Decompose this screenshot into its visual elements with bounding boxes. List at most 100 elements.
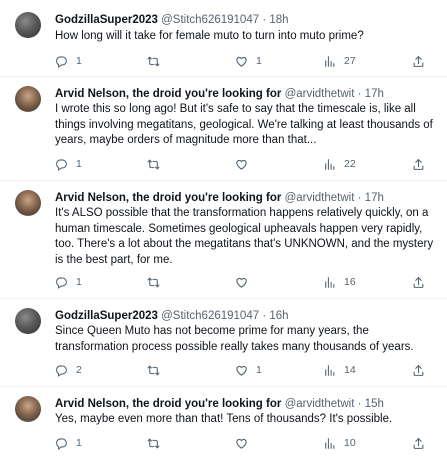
retweet-button[interactable] <box>147 362 168 378</box>
heart-icon <box>235 364 248 377</box>
share-button[interactable] <box>412 435 425 451</box>
reply-icon <box>55 158 68 171</box>
tweet[interactable]: GodzillaSuper2023 @Stitch626191047 · 18h… <box>0 0 447 77</box>
tweet-text: How long will it take for female muto to… <box>55 30 364 42</box>
retweet-icon <box>147 437 160 450</box>
share-icon <box>412 276 425 289</box>
like-button[interactable]: 1 <box>235 362 262 378</box>
views-chart-icon <box>323 437 336 450</box>
reply-button[interactable]: 1 <box>55 156 82 172</box>
reply-count: 1 <box>76 158 82 170</box>
views-button[interactable]: 14 <box>323 362 356 378</box>
views-button[interactable]: 22 <box>323 156 356 172</box>
display-name[interactable]: Arvid Nelson, the droid you're looking f… <box>55 398 281 410</box>
avatar[interactable] <box>15 86 41 112</box>
display-name[interactable]: Arvid Nelson, the droid you're looking f… <box>55 88 281 100</box>
views-chart-icon <box>323 276 336 289</box>
display-name[interactable]: GodzillaSuper2023 <box>55 310 158 322</box>
reply-icon <box>55 437 68 450</box>
tweet-header: Arvid Nelson, the droid you're looking f… <box>55 87 384 101</box>
views-count: 10 <box>344 437 356 449</box>
action-bar: 2 1 14 <box>55 362 425 378</box>
handle[interactable]: @Stitch626191047 <box>161 14 259 26</box>
views-button[interactable]: 10 <box>323 435 356 451</box>
avatar[interactable] <box>15 12 41 38</box>
views-button[interactable]: 27 <box>323 53 356 69</box>
share-button[interactable] <box>412 274 425 290</box>
share-button[interactable] <box>412 53 425 69</box>
reply-button[interactable]: 1 <box>55 53 82 69</box>
handle[interactable]: @arvidthetwit <box>285 192 355 204</box>
reply-button[interactable]: 1 <box>55 274 82 290</box>
like-button[interactable] <box>235 156 256 172</box>
like-button[interactable] <box>235 274 256 290</box>
timestamp[interactable]: 15h <box>365 398 384 410</box>
tweet[interactable]: Arvid Nelson, the droid you're looking f… <box>0 386 447 462</box>
like-count: 1 <box>256 55 262 67</box>
reply-icon <box>55 276 68 289</box>
action-bar: 1 1 27 <box>55 53 425 69</box>
reply-button[interactable]: 1 <box>55 435 82 451</box>
views-count: 14 <box>344 364 356 376</box>
action-bar: 1 10 <box>55 435 425 451</box>
retweet-icon <box>147 276 160 289</box>
separator-dot: · <box>357 398 362 410</box>
reply-count: 1 <box>76 55 82 67</box>
timestamp[interactable]: 17h <box>365 192 384 204</box>
display-name[interactable]: Arvid Nelson, the droid you're looking f… <box>55 192 281 204</box>
like-count: 1 <box>256 364 262 376</box>
display-name[interactable]: GodzillaSuper2023 <box>55 14 158 26</box>
avatar[interactable] <box>15 396 41 422</box>
tweet-header: GodzillaSuper2023 @Stitch626191047 · 18h <box>55 13 289 27</box>
timestamp[interactable]: 18h <box>269 14 288 26</box>
handle[interactable]: @arvidthetwit <box>285 398 355 410</box>
share-button[interactable] <box>412 156 425 172</box>
retweet-icon <box>147 158 160 171</box>
tweet[interactable]: GodzillaSuper2023 @Stitch626191047 · 16h… <box>0 298 447 387</box>
tweet[interactable]: Arvid Nelson, the droid you're looking f… <box>0 180 447 299</box>
retweet-button[interactable] <box>147 274 168 290</box>
views-button[interactable]: 16 <box>323 274 356 290</box>
like-button[interactable]: 1 <box>235 53 262 69</box>
retweet-button[interactable] <box>147 53 168 69</box>
avatar[interactable] <box>15 308 41 334</box>
retweet-button[interactable] <box>147 156 168 172</box>
views-chart-icon <box>323 364 336 377</box>
tweet-text: Yes, maybe even more than that! Tens of … <box>55 413 393 425</box>
views-count: 22 <box>344 158 356 170</box>
reply-icon <box>55 55 68 68</box>
avatar[interactable] <box>15 190 41 216</box>
like-button[interactable] <box>235 435 256 451</box>
views-chart-icon <box>323 55 336 68</box>
retweet-icon <box>147 55 160 68</box>
retweet-icon <box>147 364 160 377</box>
action-bar: 1 16 <box>55 274 425 290</box>
tweet[interactable]: Arvid Nelson, the droid you're looking f… <box>0 76 447 181</box>
share-icon <box>412 437 425 450</box>
share-icon <box>412 158 425 171</box>
reply-count: 1 <box>76 276 82 288</box>
views-count: 16 <box>344 276 356 288</box>
handle[interactable]: @arvidthetwit <box>285 88 355 100</box>
tweet-header: Arvid Nelson, the droid you're looking f… <box>55 397 384 411</box>
separator-dot: · <box>357 88 362 100</box>
share-icon <box>412 364 425 377</box>
share-icon <box>412 55 425 68</box>
reply-count: 2 <box>76 364 82 376</box>
retweet-button[interactable] <box>147 435 168 451</box>
separator-dot: · <box>262 14 267 26</box>
reply-icon <box>55 364 68 377</box>
handle[interactable]: @Stitch626191047 <box>161 310 259 322</box>
views-count: 27 <box>344 55 356 67</box>
reply-button[interactable]: 2 <box>55 362 82 378</box>
timestamp[interactable]: 16h <box>269 310 288 322</box>
reply-count: 1 <box>76 437 82 449</box>
tweet-text: It's ALSO possible that the transformati… <box>55 207 434 266</box>
tweet-header: Arvid Nelson, the droid you're looking f… <box>55 191 384 205</box>
heart-icon <box>235 55 248 68</box>
share-button[interactable] <box>412 362 425 378</box>
action-bar: 1 22 <box>55 156 425 172</box>
timestamp[interactable]: 17h <box>365 88 384 100</box>
heart-icon <box>235 276 248 289</box>
separator-dot: · <box>357 192 362 204</box>
